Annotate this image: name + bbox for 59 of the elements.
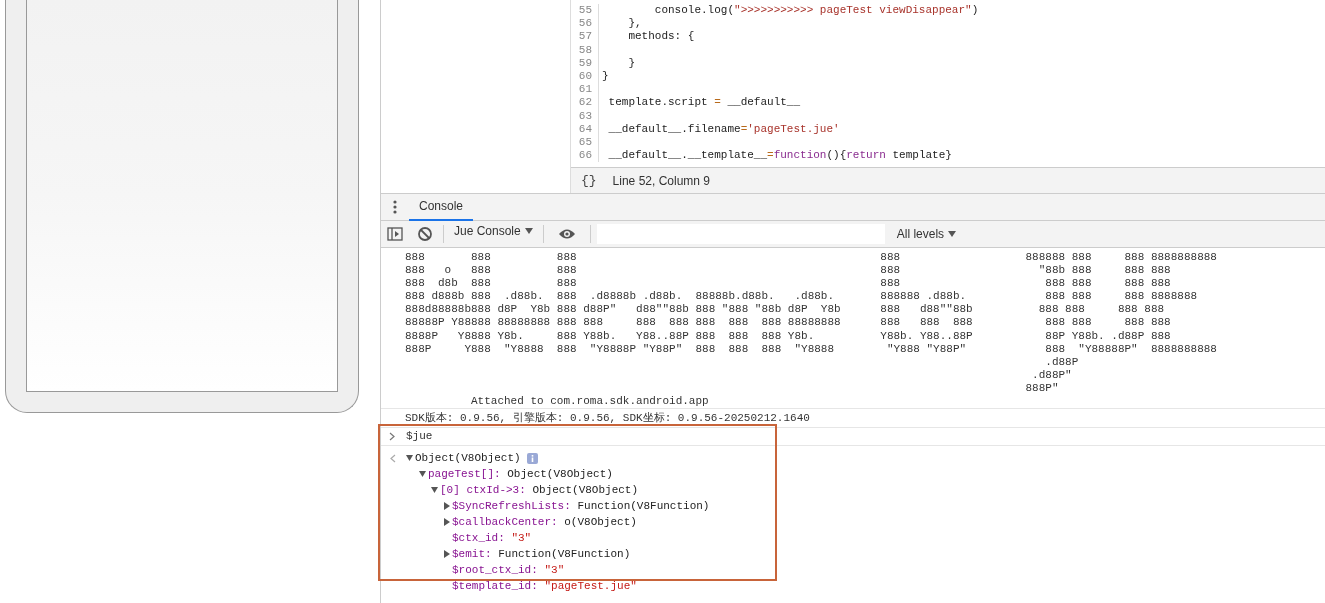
line-number: 59 xyxy=(571,56,599,70)
cursor-position: Line 52, Column 9 xyxy=(612,172,710,190)
line-number: 55 xyxy=(571,4,599,18)
line-number: 64 xyxy=(571,122,599,136)
property-row-text: $ctx_id: "3" xyxy=(452,531,532,547)
code-line: }, xyxy=(627,17,642,31)
ascii-art-line: .d88P" xyxy=(1031,368,1073,382)
ascii-art-line: 888 o 888 888 888 "88b 888 888 888 xyxy=(405,264,1172,278)
code-line: } xyxy=(602,69,609,84)
code-line: __default__.filename='pageTest.jue' xyxy=(607,122,840,136)
clear-console-icon[interactable] xyxy=(417,226,433,242)
expand-arrow-icon[interactable] xyxy=(405,454,415,463)
property-row[interactable]: $callbackCenter: o(V8Object) xyxy=(452,514,637,531)
expand-arrow-icon[interactable] xyxy=(442,518,452,527)
code-line: methods: { xyxy=(627,30,695,44)
code-line: console.log(">>>>>>>>>>> pageTest viewDisappear") xyxy=(653,4,979,18)
line-number: 66 xyxy=(571,149,599,163)
expand-arrow-icon[interactable] xyxy=(430,486,440,495)
expand-arrow-icon[interactable] xyxy=(418,470,428,479)
log-message: SDK版本: 0.9.56, 引擎版本: 0.9.56, SDK坐标: 0.9.56-20250212.1640 xyxy=(405,412,810,425)
console-command: $jue xyxy=(406,429,433,445)
ascii-art-line: 888 d888b 888 .d88b. 888 .d8888b .d88b. 88888b.d88b. .d88b. 888888 .d88b. 888 888 888 8888888 xyxy=(405,290,1199,304)
property-row-text: $template_id: "pageTest.jue" xyxy=(452,579,637,595)
caret-icon xyxy=(524,228,533,234)
pretty-print-button[interactable]: {} xyxy=(579,170,599,191)
ascii-art-line: 88888P Y88888 88888888 888 888 888 888 888 888 888 88888888 888 888 888 888 888 888 888 xyxy=(405,316,1172,330)
ascii-art-line: 888P" xyxy=(1024,381,1060,396)
ascii-art-line: 888 888 888 888 888888 888 888 8888888888 xyxy=(405,251,1218,265)
ascii-art-line: 8888P Y8888 Y8b. 888 Y88b. Y88..88P 888 888 888 Y8b. Y88b. Y88..88P 88P Y88b. .d88P 888 xyxy=(405,329,1172,343)
eye-icon[interactable] xyxy=(557,228,576,240)
ascii-art-line: 888 d8b 888 888 888 888 888 888 888 xyxy=(405,277,1172,291)
input-prompt-icon xyxy=(389,432,396,442)
code-line: __default__.__template__=function(){return template} xyxy=(607,149,952,163)
line-number: 60 xyxy=(571,69,599,84)
line-number: 61 xyxy=(571,83,599,97)
ascii-art-line: 888d88888b888 d8P Y8b 888 d88P" d88""88b 888 "888 "88b d8P Y8b 888 d88""88b 888 888 888 888 xyxy=(405,303,1166,317)
context-dropdown[interactable]: Jue Console xyxy=(450,222,537,240)
log-message: Attached to com.roma.sdk.android.app xyxy=(471,395,709,408)
line-number: 62 xyxy=(571,96,599,110)
property-row[interactable]: Object(V8Object) xyxy=(415,450,521,467)
line-number: 56 xyxy=(571,17,599,31)
code-line: } xyxy=(627,56,635,70)
ascii-art-line: 888P Y888 "Y8888 888 "Y8888P "Y88P" 888 888 888 "Y8888 "Y888 "Y88P" 888 "Y88888P" 8888888888 xyxy=(405,342,1218,356)
ascii-art-line: .d88P xyxy=(1044,355,1080,369)
property-row[interactable]: [0] ctxId->3: Object(V8Object) xyxy=(440,482,639,499)
line-number: 57 xyxy=(571,30,599,44)
expand-arrow-icon[interactable] xyxy=(442,550,452,559)
property-row-text: $root_ctx_id: "3" xyxy=(452,563,565,579)
property-row[interactable]: pageTest[]: Object(V8Object) xyxy=(428,466,613,483)
line-number: 58 xyxy=(571,43,599,57)
property-row[interactable]: $SyncRefreshLists: Function(V8Function) xyxy=(452,498,710,515)
sidebar-toggle-icon[interactable] xyxy=(387,227,403,241)
line-number: 65 xyxy=(571,135,599,150)
expand-arrow-icon[interactable] xyxy=(442,502,452,511)
caret-icon xyxy=(948,231,957,237)
line-number: 63 xyxy=(571,109,599,123)
levels-dropdown[interactable]: All levels xyxy=(890,224,963,244)
property-row[interactable]: $emit: Function(V8Function) xyxy=(452,546,631,563)
code-line: template.script = __default__ xyxy=(607,96,801,110)
